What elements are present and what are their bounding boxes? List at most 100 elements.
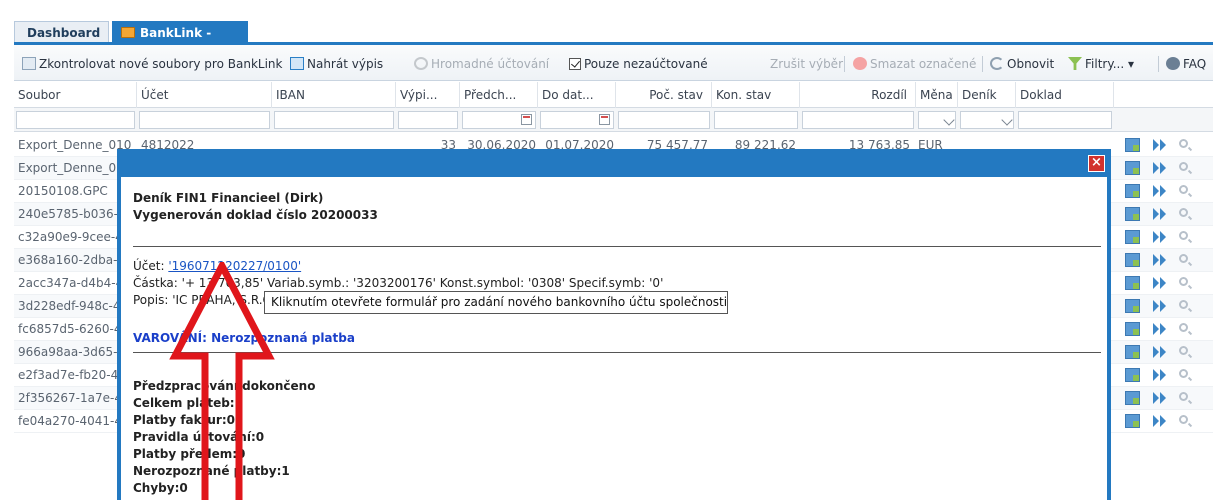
forward-icon[interactable]	[1153, 346, 1159, 358]
check-new-files-button[interactable]: Zkontrolovat nové soubory pro BankLink	[22, 55, 282, 73]
search-icon[interactable]	[1179, 208, 1188, 217]
forward-icon[interactable]	[1153, 392, 1159, 404]
calendar-icon[interactable]	[521, 114, 532, 125]
post-icon[interactable]	[1125, 276, 1140, 290]
toolbar: Zkontrolovat nové soubory pro BankLink N…	[14, 45, 1213, 81]
search-icon[interactable]	[1179, 346, 1188, 355]
post-icon[interactable]	[1125, 322, 1140, 336]
forward-icon	[1160, 300, 1166, 312]
forward-icon[interactable]	[1153, 415, 1159, 427]
filter-mena-select[interactable]	[918, 111, 956, 129]
post-icon[interactable]	[1125, 161, 1140, 175]
search-icon[interactable]	[1179, 139, 1188, 148]
filter-poc-stav-input[interactable]	[618, 111, 710, 129]
search-icon[interactable]	[1179, 369, 1188, 378]
search-icon[interactable]	[1179, 323, 1188, 332]
filter-soubor-input[interactable]	[16, 111, 135, 129]
forward-icon	[1160, 277, 1166, 289]
divider	[133, 352, 1101, 353]
close-button[interactable]: ×	[1088, 155, 1105, 172]
only-unposted-checkbox[interactable]: Pouze nezaúčtované	[569, 55, 708, 73]
forward-icon	[1160, 208, 1166, 220]
refresh-button[interactable]: Obnovit	[990, 55, 1054, 73]
column-header-poc-stav[interactable]: Poč. stav	[616, 82, 712, 108]
toolbar-separator	[1158, 56, 1159, 72]
search-icon[interactable]	[1179, 254, 1188, 263]
row-actions	[1123, 320, 1203, 338]
post-icon[interactable]	[1125, 391, 1140, 405]
column-header-rozdil[interactable]: Rozdíl	[800, 82, 916, 108]
forward-icon[interactable]	[1153, 231, 1159, 243]
forward-icon[interactable]	[1153, 369, 1159, 381]
column-header-predchozi[interactable]: Předch...	[460, 82, 538, 108]
post-icon[interactable]	[1125, 299, 1140, 313]
search-icon[interactable]	[1179, 185, 1188, 194]
toolbar-separator	[844, 56, 845, 72]
column-header-iban[interactable]: IBAN	[272, 82, 396, 108]
delete-selected-button[interactable]: Smazat označené	[853, 55, 976, 73]
filter-vypis-input[interactable]	[398, 111, 458, 129]
tab-bar: Dashboard BankLink - výpisy	[0, 0, 1213, 62]
filter-predchozi-input[interactable]	[462, 111, 536, 129]
post-icon[interactable]	[1125, 207, 1140, 221]
forward-icon	[1160, 254, 1166, 266]
chevron-down-icon	[1001, 114, 1013, 126]
column-header-denik[interactable]: Deník	[958, 82, 1016, 108]
column-header-vypis[interactable]: Výpi...	[396, 82, 460, 108]
checkbox-checked-icon[interactable]	[569, 58, 581, 70]
filter-ucet-input[interactable]	[139, 111, 270, 129]
filter-iban-input[interactable]	[274, 111, 394, 129]
only-unposted-label: Pouze nezaúčtované	[584, 57, 708, 71]
filter-rozdil-input[interactable]	[802, 111, 914, 129]
upload-statement-label: Nahrát výpis	[307, 57, 384, 71]
column-header-soubor[interactable]: Soubor	[14, 82, 137, 108]
filter-do-data-input[interactable]	[540, 111, 614, 129]
search-icon[interactable]	[1179, 231, 1188, 240]
row-actions	[1123, 412, 1203, 430]
grid-header: Soubor Účet IBAN Výpi... Předch... Do da…	[14, 82, 1213, 108]
forward-icon[interactable]	[1153, 208, 1159, 220]
forward-icon[interactable]	[1153, 139, 1159, 151]
post-icon[interactable]	[1125, 184, 1140, 198]
forward-icon	[1160, 162, 1166, 174]
chevron-down-icon	[943, 114, 955, 126]
cancel-selection-button[interactable]: Zrušit výběr	[770, 55, 843, 73]
post-icon[interactable]	[1125, 253, 1140, 267]
forward-icon[interactable]	[1153, 277, 1159, 289]
calendar-icon[interactable]	[599, 114, 610, 125]
upload-statement-button[interactable]: Nahrát výpis	[290, 55, 383, 73]
faq-label: FAQ	[1183, 57, 1207, 71]
post-icon[interactable]	[1125, 414, 1140, 428]
post-icon[interactable]	[1125, 345, 1140, 359]
filter-denik-select[interactable]	[960, 111, 1014, 129]
bulk-posting-label: Hromadné účtování	[431, 57, 550, 71]
search-icon[interactable]	[1179, 300, 1188, 309]
column-header-mena[interactable]: Měna	[916, 82, 958, 108]
filter-doklad-input[interactable]	[1018, 111, 1112, 129]
forward-icon[interactable]	[1153, 185, 1159, 197]
post-icon[interactable]	[1125, 368, 1140, 382]
forward-icon[interactable]	[1153, 323, 1159, 335]
red-arrow-icon	[169, 262, 275, 500]
upload-icon	[290, 57, 304, 70]
filter-kon-stav-input[interactable]	[714, 111, 798, 129]
faq-button[interactable]: FAQ	[1166, 55, 1206, 73]
bulk-posting-button[interactable]: Hromadné účtování	[414, 55, 549, 73]
forward-icon[interactable]	[1153, 254, 1159, 266]
column-header-kon-stav[interactable]: Kon. stav	[712, 82, 800, 108]
forward-icon[interactable]	[1153, 162, 1159, 174]
column-header-ucet[interactable]: Účet	[137, 82, 272, 108]
post-icon[interactable]	[1125, 230, 1140, 244]
search-icon[interactable]	[1179, 277, 1188, 286]
search-icon[interactable]	[1179, 162, 1188, 171]
filters-button[interactable]: Filtry... ▾	[1068, 55, 1134, 73]
search-icon[interactable]	[1179, 415, 1188, 424]
column-header-doklad[interactable]: Doklad	[1016, 82, 1114, 108]
post-icon[interactable]	[1125, 138, 1140, 152]
column-header-do-data[interactable]: Do dat...	[538, 82, 616, 108]
toolbar-separator	[982, 56, 983, 72]
tab-banklink[interactable]: BankLink - výpisy	[112, 21, 248, 62]
tab-dashboard[interactable]: Dashboard	[14, 21, 109, 43]
forward-icon[interactable]	[1153, 300, 1159, 312]
search-icon[interactable]	[1179, 392, 1188, 401]
